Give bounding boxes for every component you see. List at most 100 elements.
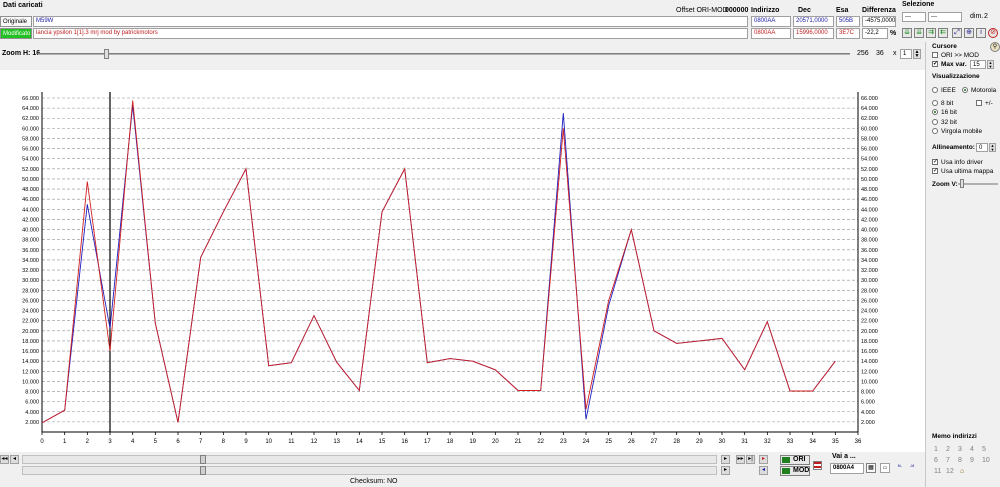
selection-start-field[interactable]: ---	[902, 12, 926, 22]
memo-item-4[interactable]: 4	[970, 446, 974, 453]
max-var-field[interactable]: 15	[970, 60, 986, 69]
ori-map-icon	[782, 457, 790, 463]
x-tick-label: 10	[265, 439, 272, 445]
offset-label: Offset ORI-MOD	[676, 7, 728, 14]
y-tick-label-right: 64.000	[861, 106, 878, 112]
zoom-sel-icon[interactable]: ⊕	[964, 28, 974, 38]
zoom-multiplier-field[interactable]: 1	[900, 49, 912, 59]
bit8-radio[interactable]: 8 bit	[932, 100, 953, 107]
y-tick-label: 66.000	[22, 96, 39, 102]
ori-mod-check-icon[interactable]	[932, 52, 938, 59]
x-tick-label: 35	[832, 439, 839, 445]
zoom-v-track[interactable]	[958, 183, 998, 185]
memo-item-10[interactable]: 10	[982, 457, 990, 464]
ieee-radio[interactable]: IEEE	[932, 87, 956, 94]
motorola-radio[interactable]: Motorola	[962, 87, 996, 94]
y-tick-label: 38.000	[22, 238, 39, 244]
y-tick-label: 14.000	[22, 359, 39, 365]
use-driver-check-icon[interactable]: ✓	[932, 159, 938, 166]
flag-icon[interactable]	[813, 461, 822, 470]
use-driver-checkbox[interactable]: ✓ Usa info driver	[932, 159, 983, 166]
ori-mod-checkbox[interactable]: ORI >> MOD	[932, 52, 979, 59]
export-icon[interactable]: ⇉	[926, 28, 936, 38]
bit16-radio[interactable]: 16 bit	[932, 109, 957, 116]
memo-item-3[interactable]: 3	[958, 446, 962, 453]
zoom-row: Zoom H: 16 256 36 x 1 ▲ ▼	[0, 48, 925, 60]
x-tick-label: 15	[379, 439, 386, 445]
y-tick-label-right: 22.000	[861, 319, 878, 325]
bit32-radio-icon[interactable]	[932, 119, 938, 126]
sign-check-icon[interactable]	[976, 100, 982, 107]
memo-item-7[interactable]: 7	[946, 457, 950, 464]
y-tick-label: 58.000	[22, 136, 39, 142]
original-hex-field: 505B	[836, 16, 860, 27]
x-tick-label: 31	[741, 439, 748, 445]
chart-area[interactable]: 2.000 2.000 4.000 4.000 6.000 6.000 8.000 8.000…	[0, 70, 925, 452]
x-tick-label: 6	[176, 439, 180, 445]
zoom-h-thumb[interactable]	[104, 49, 109, 59]
horizontal-scrollbar-2[interactable]	[22, 466, 717, 475]
x-tick-label: 25	[605, 439, 612, 445]
scroll-end-icon[interactable]: ▸|	[746, 455, 755, 464]
selection-end-field[interactable]: ---	[928, 12, 962, 22]
close-icon[interactable]: ⊘	[988, 28, 998, 38]
sign-checkbox[interactable]: +/-	[976, 100, 993, 107]
scroll-next-icon[interactable]: ▸	[721, 455, 730, 464]
goto-field[interactable]: 0800A4	[830, 463, 864, 474]
float-radio[interactable]: Virgola mobile	[932, 128, 982, 135]
x-tick-label: 19	[469, 439, 476, 445]
memo-item-9[interactable]: 9	[970, 457, 974, 464]
horizontal-scroll-thumb-2[interactable]	[200, 466, 206, 475]
y-tick-label-right: 58.000	[861, 136, 878, 142]
scroll-next-2-icon[interactable]: ▸	[721, 466, 730, 475]
bar-chart-icon[interactable]: ▭	[880, 463, 890, 473]
scroll-last-icon[interactable]: ▸▸	[736, 455, 745, 464]
y-tick-label: 52.000	[22, 167, 39, 173]
lock-icon[interactable]: ⚲	[990, 42, 1000, 52]
memo-item-11[interactable]: 11	[934, 468, 941, 475]
memo-save-icon[interactable]: ⌂	[960, 468, 964, 475]
align-spinner[interactable]: ▲ ▼	[989, 143, 996, 152]
use-last-map-checkbox[interactable]: ✓ Usa ultima mappa	[932, 168, 993, 175]
zoom-h-track[interactable]	[38, 53, 850, 55]
align-field[interactable]: 0	[976, 143, 988, 152]
ieee-radio-icon[interactable]	[932, 87, 938, 94]
step-back-icon[interactable]: ◂	[759, 466, 768, 475]
import-icon[interactable]: ⇇	[938, 28, 948, 38]
grid-icon[interactable]: ▦	[866, 463, 876, 473]
zoom-value-1: 256	[857, 50, 869, 57]
motorola-radio-icon[interactable]	[962, 87, 968, 94]
horizontal-scrollbar[interactable]	[22, 455, 717, 464]
memo-item-8[interactable]: 8	[958, 457, 962, 464]
scroll-first-icon[interactable]: ◂◂	[0, 455, 9, 464]
memo-item-5[interactable]: 5	[982, 446, 986, 453]
marker-icon[interactable]: ᴹ·	[895, 463, 905, 473]
float-radio-icon[interactable]	[932, 128, 938, 135]
memo-item-2[interactable]: 2	[946, 446, 950, 453]
bit8-radio-icon[interactable]	[932, 100, 938, 107]
scroll-prev-icon[interactable]: ◂	[10, 455, 19, 464]
bit16-radio-icon[interactable]	[932, 109, 938, 116]
marker-2-icon[interactable]: ·ᴹ	[907, 463, 917, 473]
copy-green-icon[interactable]: ⇊	[902, 28, 912, 38]
x-tick-label: 23	[560, 439, 567, 445]
copy-map-icon[interactable]: ⇊	[914, 28, 924, 38]
zoom-v-thumb[interactable]	[960, 179, 964, 188]
max-var-spinner[interactable]: ▲ ▼	[987, 60, 994, 69]
use-last-map-check-icon[interactable]: ✓	[932, 168, 938, 175]
col-diff-header: Differenza	[862, 7, 896, 14]
zoom-spinner[interactable]: ▲ ▼	[913, 49, 921, 59]
memo-item-12[interactable]: 12	[946, 468, 954, 475]
bit32-radio[interactable]: 32 bit	[932, 119, 957, 126]
info-icon[interactable]: i	[976, 28, 986, 38]
max-var-checkbox[interactable]: ✓ Max var.	[932, 61, 967, 68]
zoom-fit-icon[interactable]: ⤢	[952, 28, 962, 38]
memo-item-6[interactable]: 6	[934, 457, 938, 464]
max-var-check-icon[interactable]: ✓	[932, 61, 938, 68]
memo-item-1[interactable]: 1	[934, 446, 938, 453]
line-chart[interactable]: 2.000 2.000 4.000 4.000 6.000 6.000 8.000 8.000…	[0, 70, 925, 452]
horizontal-scroll-thumb[interactable]	[200, 455, 206, 464]
view-title: Visualizzazione	[932, 73, 980, 80]
step-forward-icon[interactable]: ▸	[759, 455, 768, 464]
dim-value[interactable]: 2	[984, 13, 988, 20]
